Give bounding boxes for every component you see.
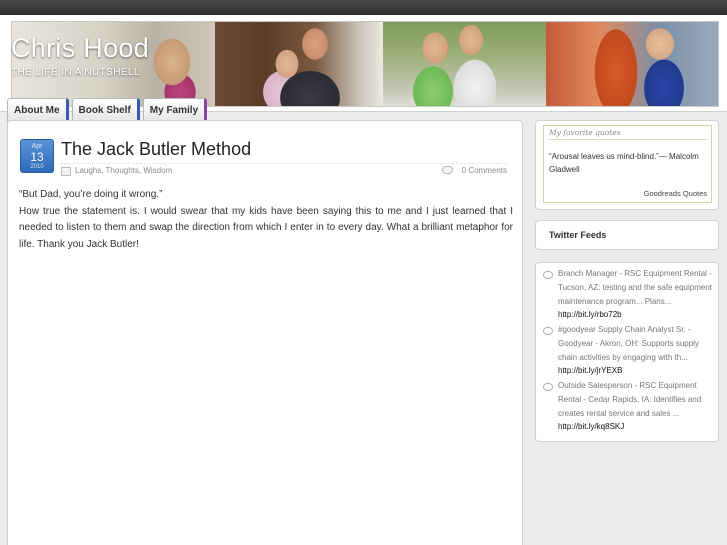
banner-photo-family xyxy=(215,22,383,106)
speech-bubble-icon xyxy=(543,271,553,279)
speech-bubble-icon xyxy=(543,327,553,335)
quotes-heading: My favorite quotes xyxy=(549,128,621,137)
tweet-body: Branch Manager - RSC Equipment Rental - … xyxy=(558,269,713,306)
tweet-text: Branch Manager - RSC Equipment Rental - … xyxy=(558,267,714,322)
banner-photo-boy xyxy=(546,22,718,106)
nav-tab-about-me[interactable]: About Me xyxy=(7,98,69,122)
tweet-text: #goodyear Supply Chain Analyst Sr. - Goo… xyxy=(558,323,714,378)
site-title[interactable]: Chris Hood xyxy=(11,33,149,64)
folder-icon xyxy=(61,167,71,176)
site-header: Chris Hood THE LIFE IN A NUTSHELL About … xyxy=(0,15,727,122)
post-date-badge: Apr 13 2010 xyxy=(20,139,54,173)
post-date-year: 2010 xyxy=(30,164,44,170)
quote-box: My favorite quotes “Arousal leaves us mi… xyxy=(543,125,712,203)
comment-bubble-icon xyxy=(442,166,453,174)
post-meta: Laughs, Thoughts, Wisdom 0 Comments xyxy=(61,163,507,177)
speech-bubble-icon xyxy=(543,383,553,391)
twitter-feed: Branch Manager - RSC Equipment Rental - … xyxy=(535,262,719,442)
post-paragraph: How true the statement is. I would swear… xyxy=(19,205,513,250)
tweet-link[interactable]: http://bit.ly/jrYEXB xyxy=(558,366,622,375)
post-paragraph: “But Dad, you’re doing it wrong.” xyxy=(19,189,163,200)
post-date-day: 13 xyxy=(30,150,44,164)
tweet-text: Outside Salesperson - RSC Equipment Rent… xyxy=(558,379,714,434)
post-content-panel: Apr 13 2010 The Jack Butler Method Laugh… xyxy=(7,120,523,545)
quote-text: “Arousal leaves us mind-blind.”— Malcolm… xyxy=(549,152,699,174)
post-title[interactable]: The Jack Butler Method xyxy=(61,139,251,160)
tweet-link[interactable]: http://bit.ly/kq8SKJ xyxy=(558,422,624,431)
nav-tab-label: About Me xyxy=(14,105,60,116)
tweet-link[interactable]: http://bit.ly/rbo72b xyxy=(558,310,622,319)
twitter-heading: Twitter Feeds xyxy=(549,230,607,240)
nav-tab-book-shelf[interactable]: Book Shelf xyxy=(71,98,140,122)
site-tagline: THE LIFE IN A NUTSHELL xyxy=(11,67,140,78)
quotes-widget: My favorite quotes “Arousal leaves us mi… xyxy=(535,120,719,210)
main-nav: About Me Book Shelf My Family xyxy=(7,98,208,122)
banner-photo-couple xyxy=(383,22,546,106)
nav-tab-label: My Family xyxy=(149,105,199,116)
tweet-body: Outside Salesperson - RSC Equipment Rent… xyxy=(558,381,702,418)
quote-source-link[interactable]: Goodreads Quotes xyxy=(644,189,707,198)
post-comments-link[interactable]: 0 Comments xyxy=(462,166,507,175)
nav-tab-label: Book Shelf xyxy=(78,105,131,116)
post-body: “But Dad, you’re doing it wrong.” How tr… xyxy=(19,187,513,253)
nav-tab-my-family[interactable]: My Family xyxy=(142,98,208,122)
quote-divider xyxy=(548,139,707,140)
twitter-widget-header: Twitter Feeds xyxy=(535,220,719,250)
tweet-body: #goodyear Supply Chain Analyst Sr. - Goo… xyxy=(558,325,699,362)
browser-top-bar xyxy=(0,0,727,15)
post-categories[interactable]: Laughs, Thoughts, Wisdom xyxy=(75,166,172,175)
